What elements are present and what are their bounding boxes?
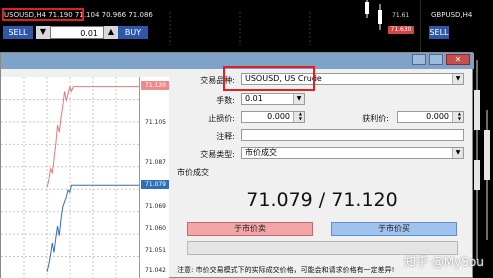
volume-value: 0.01 [245,94,263,103]
buy-by-market-button[interactable]: 于市价买 [331,222,457,236]
highlight-box-symbol [2,8,84,21]
axis-tick-label: 71.069 [145,203,166,210]
tick-chart-plot [1,77,139,278]
stop-loss-label: 止损价: [208,114,235,123]
volume-select[interactable]: 0.01 ▼ [241,93,305,105]
order-type-label: 交易类型: [200,150,235,159]
screen: USOUSD,H4 71.190 71.104 70.966 71.086 SE… [0,0,493,278]
maximize-icon[interactable] [429,54,443,65]
chevron-down-icon[interactable]: ▼ [452,74,463,84]
volume-label: 手数: [216,96,235,105]
highlight-box-dialog-symbol [223,66,315,91]
one-click-sell-button[interactable]: SELL [3,26,33,39]
chevron-down-icon[interactable]: ▼ [452,148,463,158]
one-click-buy-button[interactable]: BUY [118,26,148,39]
stop-loss-input[interactable]: 0.000 ▲ ▼ [241,111,305,123]
order-type-select[interactable]: 市价成交 ▼ [241,147,464,159]
axis-tick-label: 71.051 [145,247,166,254]
section-title: 市价成交 [177,168,209,177]
axis-tick-label: 71.087 [145,159,166,166]
ask-price-tag: 71.120 [141,81,169,90]
ask-line [46,84,75,188]
execution-note: 注意: 市价交易模式下的实际成交价格，可能会和请求价格有一定差异! [177,266,395,274]
bid-line [46,184,75,272]
stop-loss-value: 0.000 [267,112,290,121]
lot-down-icon[interactable]: ▼ [36,26,50,39]
tick-chart: 71.120 71.105 71.087 71.079 71.069 71.06… [1,77,169,278]
order-dialog: ✕ 71.120 71.105 71.087 71.079 71.069 71.… [0,52,474,278]
comment-input[interactable] [241,129,464,141]
axis-tick-label: 71.105 [145,119,166,126]
bid-ask-quote: 71.079 / 71.120 [246,189,398,211]
take-profit-label: 获利价: [362,114,389,123]
one-click-lot-input[interactable]: 0.01 [50,26,104,39]
take-profit-value: 0.000 [426,112,449,121]
order-type-value: 市价成交 [245,148,277,157]
take-profit-input[interactable]: 0.000 ▲ ▼ [397,111,464,123]
comment-label: 注释: [216,132,235,141]
lot-up-icon[interactable]: ▲ [104,26,118,39]
sell-by-market-button[interactable]: 于市价卖 [187,222,313,236]
axis-tick-label: 71.060 [145,225,166,232]
take-profit-spinner[interactable]: ▲ ▼ [452,112,463,122]
bid-price-tag: 71.079 [141,180,169,189]
axis-tick-label: 71.042 [145,267,166,274]
tick-chart-axis: 71.120 71.105 71.087 71.079 71.069 71.06… [139,77,169,278]
close-icon[interactable]: ✕ [446,54,470,65]
stop-loss-spinner[interactable]: ▲ ▼ [293,112,304,122]
chevron-down-icon[interactable]: ▼ [293,94,304,104]
minimize-icon[interactable] [412,54,426,65]
watermark: 知乎 @MySou [404,255,484,269]
